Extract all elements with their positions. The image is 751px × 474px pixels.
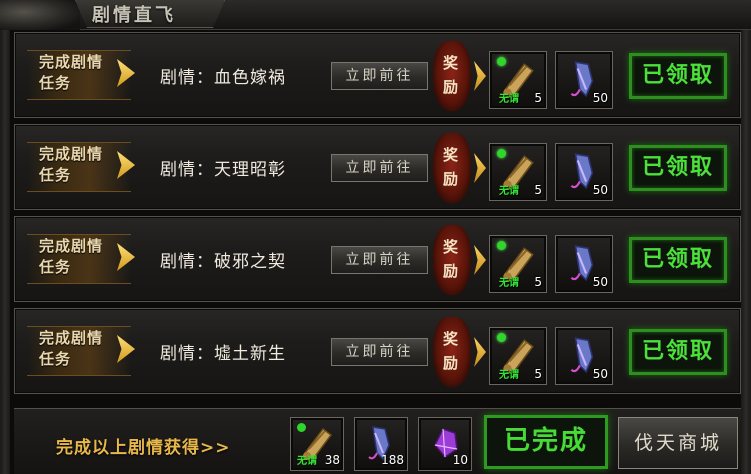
reward-label: 奖励 <box>443 54 459 96</box>
reward-slot[interactable]: 无谓 5 <box>489 51 547 109</box>
claimed-button[interactable]: 已领取 <box>629 53 727 99</box>
chevron-right-icon <box>474 153 486 183</box>
quest-row: 完成剧情任务 剧情：天理昭彰 立即前往 奖励 无谓 5 50 已领取 <box>14 124 741 210</box>
goto-button[interactable]: 立即前往 <box>331 246 428 274</box>
summary-reward-slot[interactable]: 10 <box>418 417 472 471</box>
reward-slot[interactable]: 无谓 5 <box>489 327 547 385</box>
quest-badge: 完成剧情任务 <box>27 322 147 378</box>
claimed-button[interactable]: 已领取 <box>629 237 727 283</box>
item-count: 38 <box>324 453 340 467</box>
badge-label: 完成剧情任务 <box>39 53 104 92</box>
reward-label: 奖励 <box>443 330 459 372</box>
item-count: 10 <box>452 453 468 467</box>
quest-row: 完成剧情任务 剧情：墟土新生 立即前往 奖励 无谓 5 50 已领取 <box>14 308 741 394</box>
claimed-button[interactable]: 已领取 <box>629 145 727 191</box>
quest-name: 剧情：血色嫁祸 <box>160 68 286 88</box>
badge-label: 完成剧情任务 <box>39 237 104 276</box>
goto-button[interactable]: 立即前往 <box>331 62 428 90</box>
reward-slot[interactable]: 50 <box>555 235 613 293</box>
item-count: 50 <box>592 91 608 105</box>
item-count: 50 <box>592 183 608 197</box>
quest-badge: 完成剧情任务 <box>27 46 147 102</box>
reward-slot[interactable]: 无谓 5 <box>489 143 547 201</box>
summary-bar: 完成以上剧情获得>> 无谓 38 188 10 已完成 伐天商城 <box>14 408 741 474</box>
goto-button[interactable]: 立即前往 <box>331 338 428 366</box>
summary-reward-slot[interactable]: 188 <box>354 417 408 471</box>
shop-button[interactable]: 伐天商城 <box>618 417 738 469</box>
dragon-ornament-icon <box>0 0 80 30</box>
reward-slot[interactable]: 无谓 5 <box>489 235 547 293</box>
bound-tag: 无谓 <box>499 94 519 105</box>
reward-slot[interactable]: 50 <box>555 327 613 385</box>
claimed-button[interactable]: 已领取 <box>629 329 727 375</box>
item-count: 5 <box>534 183 542 197</box>
quest-name: 剧情：破邪之契 <box>160 252 286 272</box>
reward-tag: 奖励 <box>433 41 471 111</box>
title-bar: 剧情直飞 <box>0 0 751 30</box>
summary-reward-slot[interactable]: 无谓 38 <box>290 417 344 471</box>
frame-left-border <box>0 30 10 474</box>
summary-text: 完成以上剧情获得>> <box>56 438 231 458</box>
chevron-right-icon <box>474 245 486 275</box>
reward-label: 奖励 <box>443 146 459 188</box>
item-count: 5 <box>534 367 542 381</box>
quest-name: 剧情：天理昭彰 <box>160 160 286 180</box>
goto-button[interactable]: 立即前往 <box>331 154 428 182</box>
reward-slot[interactable]: 50 <box>555 143 613 201</box>
completed-button[interactable]: 已完成 <box>484 415 608 469</box>
quest-badge: 完成剧情任务 <box>27 138 147 194</box>
item-count: 50 <box>592 367 608 381</box>
badge-label: 完成剧情任务 <box>39 145 104 184</box>
bound-tag: 无谓 <box>499 370 519 381</box>
reward-tag: 奖励 <box>433 225 471 295</box>
quest-row: 完成剧情任务 剧情：破邪之契 立即前往 奖励 无谓 5 50 已领取 <box>14 216 741 302</box>
badge-label: 完成剧情任务 <box>39 329 104 368</box>
item-count: 5 <box>534 91 542 105</box>
reward-slot[interactable]: 50 <box>555 51 613 109</box>
quest-badge: 完成剧情任务 <box>27 230 147 286</box>
bound-tag: 无谓 <box>499 278 519 289</box>
item-count: 50 <box>592 275 608 289</box>
item-count: 188 <box>381 453 404 467</box>
bound-tag: 无谓 <box>499 186 519 197</box>
reward-label: 奖励 <box>443 238 459 280</box>
frame-right-border <box>741 30 751 474</box>
chevron-right-icon <box>474 337 486 367</box>
quest-row: 完成剧情任务 剧情：血色嫁祸 立即前往 奖励 无谓 5 50 已领取 <box>14 32 741 118</box>
chevron-right-icon <box>474 61 486 91</box>
reward-tag: 奖励 <box>433 317 471 387</box>
quest-name: 剧情：墟土新生 <box>160 344 286 364</box>
reward-tag: 奖励 <box>433 133 471 203</box>
item-count: 5 <box>534 275 542 289</box>
window-title: 剧情直飞 <box>92 5 176 26</box>
bound-tag: 无谓 <box>297 456 317 467</box>
